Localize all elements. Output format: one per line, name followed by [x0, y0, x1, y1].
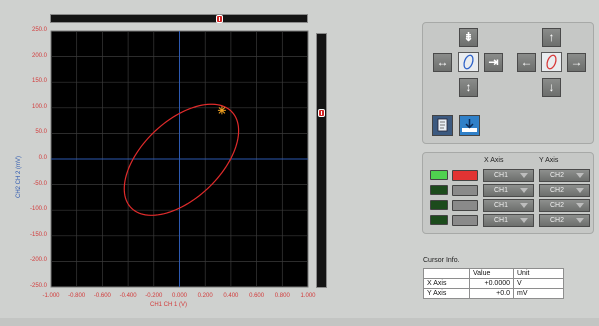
y-reset-button[interactable]	[541, 52, 562, 72]
x-channel-select[interactable]: CH1	[483, 199, 534, 212]
x-channel-select[interactable]: CH1	[483, 184, 534, 197]
y-tick-label: 150.0	[31, 78, 47, 85]
cursor-x-row: X Axis +0.0000 V	[423, 278, 564, 289]
cursor-info-title: Cursor Info.	[423, 257, 460, 264]
y-tick-label: -100.0	[29, 206, 47, 213]
cursor-x-value: +0.0000	[469, 278, 514, 289]
y-tick-label: -150.0	[29, 231, 47, 238]
expand-vertical-icon: ↕	[465, 80, 472, 94]
document-icon	[437, 118, 448, 132]
vertical-cursor-slider[interactable]	[316, 33, 327, 288]
channel-color-button[interactable]	[452, 200, 478, 211]
horizontal-cursor-slider[interactable]	[50, 14, 308, 23]
x-tick-label: 1.000	[300, 293, 316, 299]
y-tick-label: -250.0	[29, 283, 47, 289]
pan-right-button[interactable]: →	[567, 53, 586, 72]
right-arrow-icon: →	[570, 55, 583, 69]
y-tick-label: 200.0	[31, 52, 47, 59]
cursor-y-name: Y Axis	[423, 288, 470, 299]
cursor-info-table: Value Unit X Axis +0.0000 V Y Axis +0.0 …	[423, 268, 564, 299]
x-expand-vertical-button[interactable]: ↕	[459, 78, 478, 97]
horizontal-slider-handle[interactable]	[216, 15, 223, 23]
channel-color-button[interactable]	[452, 170, 478, 181]
pan-up-button[interactable]: ↑	[542, 28, 561, 47]
cursor-value-header: Value	[469, 268, 514, 279]
x-channel-select[interactable]: CH1	[483, 214, 534, 227]
vertical-slider-handle[interactable]	[318, 109, 325, 117]
y-tick-label: 0.0	[38, 155, 47, 161]
xy-plot[interactable]	[0, 0, 340, 320]
y-tick-label: 100.0	[31, 103, 47, 110]
x-reset-button[interactable]	[458, 52, 479, 72]
left-arrow-icon: ←	[520, 55, 533, 69]
ellipse-blue-icon	[463, 54, 474, 70]
y-channel-select[interactable]: CH2	[539, 214, 590, 227]
cursor-x-name: X Axis	[423, 278, 470, 289]
y-channel-select[interactable]: CH2	[539, 199, 590, 212]
channel-color-button[interactable]	[452, 185, 478, 196]
cursor-y-row: Y Axis +0.0 mV	[423, 288, 564, 299]
y-axis-label: CH2 CH 2 (mV)	[16, 156, 22, 199]
channel-enable-led[interactable]	[430, 200, 448, 210]
up-arrow-icon: ↑	[548, 30, 555, 44]
channel-enable-led[interactable]	[430, 215, 448, 225]
cursor-header-row: Value Unit	[423, 268, 564, 279]
autoscale-icon	[462, 119, 477, 132]
bottom-status-strip	[0, 318, 599, 326]
cursor-y-value: +0.0	[469, 288, 514, 299]
ellipse-red-icon	[546, 54, 557, 70]
compress-vertical-icon: ⇟	[463, 30, 474, 44]
y-tick-label: -50.0	[33, 180, 47, 187]
x-expand-horizontal-button[interactable]: ↔	[433, 53, 452, 72]
pan-left-button[interactable]: ←	[517, 53, 536, 72]
y-tick-label: 50.0	[35, 129, 47, 136]
channel-enable-led[interactable]	[430, 185, 448, 195]
y-channel-select[interactable]: CH2	[539, 184, 590, 197]
pan-down-button[interactable]: ↓	[542, 78, 561, 97]
x-compress-vertical-button[interactable]: ⇟	[459, 28, 478, 47]
y-tick-label: -200.0	[29, 257, 47, 264]
y-tick-label: 250.0	[31, 27, 47, 33]
cursor-x-unit: V	[513, 278, 564, 289]
compress-horizontal-icon: ⇥	[488, 55, 499, 69]
expand-horizontal-icon: ↔	[436, 55, 449, 69]
down-arrow-icon: ↓	[548, 80, 555, 94]
cursor-header-blank	[423, 268, 470, 279]
x-axis-header: X Axis	[484, 157, 504, 164]
channel-color-button[interactable]	[452, 215, 478, 226]
y-axis-header: Y Axis	[539, 157, 559, 164]
cursor-y-unit: mV	[513, 288, 564, 299]
x-channel-select[interactable]: CH1	[483, 169, 534, 182]
save-screenshot-button[interactable]	[432, 115, 453, 136]
cursor-unit-header: Unit	[513, 268, 564, 279]
channel-enable-led[interactable]	[430, 170, 448, 180]
autoscale-button[interactable]	[459, 115, 480, 136]
plot-cursor-marker[interactable]	[217, 106, 226, 115]
x-compress-horizontal-button[interactable]: ⇥	[484, 53, 503, 72]
y-channel-select[interactable]: CH2	[539, 169, 590, 182]
x-axis-label: CH1 CH 1 (V)	[150, 302, 188, 308]
